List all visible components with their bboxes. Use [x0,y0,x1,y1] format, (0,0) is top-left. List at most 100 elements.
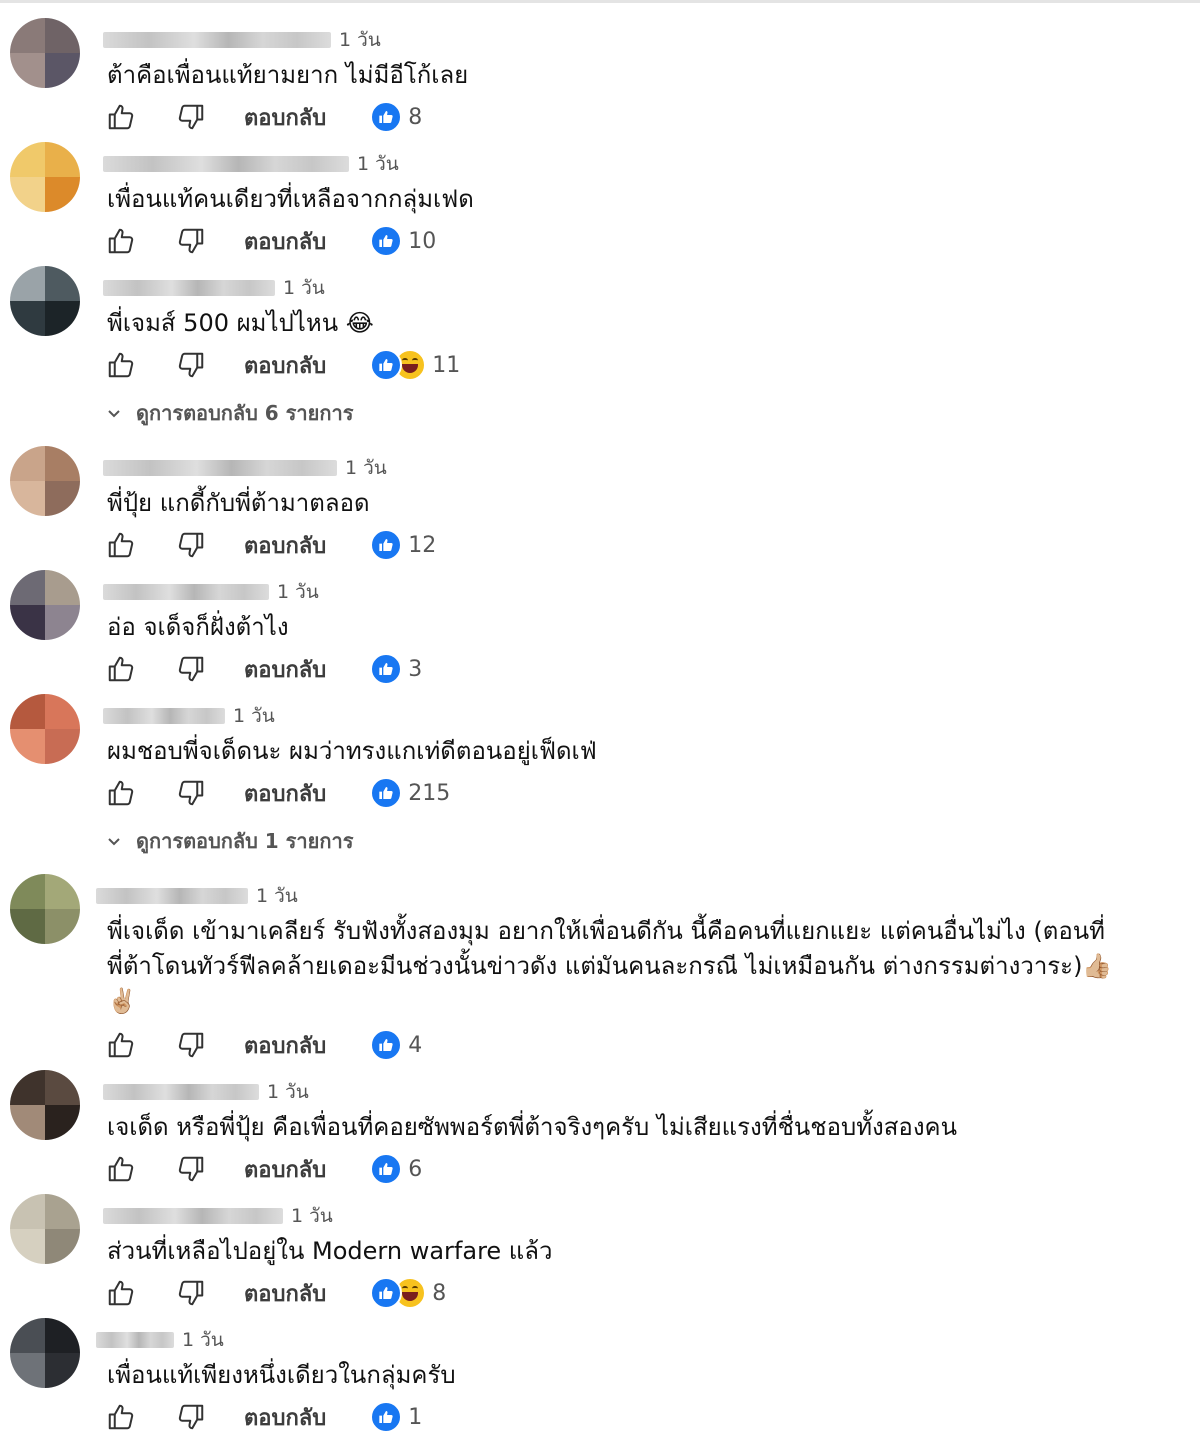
reaction-count: 215 [408,780,451,806]
avatar[interactable] [10,1070,80,1140]
reply-button[interactable]: ตอบกลับ [244,1152,326,1187]
thumbs-down-icon [178,1156,204,1182]
avatar[interactable] [10,874,80,944]
reaction-summary[interactable]: 4 [370,1029,422,1061]
avatar[interactable] [10,694,80,764]
dislike-button[interactable] [174,348,208,382]
comment-time: 1 วัน [291,1205,333,1227]
comment-meta: 1 วัน [103,1205,333,1227]
author-name-redacted[interactable] [103,584,269,600]
dislike-button[interactable] [174,1400,208,1434]
reaction-summary[interactable]: 8 [370,101,422,133]
comment-meta: 1 วัน [96,1329,224,1351]
like-reaction-icon [370,101,403,133]
comment-actions: ตอบกลับ 1 [104,1400,422,1434]
reaction-count: 6 [408,1156,423,1182]
author-name-redacted[interactable] [103,280,275,296]
like-button[interactable] [104,776,138,810]
comment-actions: ตอบกลับ 11 [104,348,460,382]
thumbs-up-icon [108,1156,134,1182]
reply-button[interactable]: ตอบกลับ [244,224,326,259]
thumbs-up-icon [108,532,134,558]
reaction-count: 12 [408,532,437,558]
reply-button[interactable]: ตอบกลับ [244,776,326,811]
comment-actions: ตอบกลับ 215 [104,776,450,810]
author-name-redacted[interactable] [103,156,349,172]
reaction-summary[interactable]: 12 [370,529,436,561]
reply-button[interactable]: ตอบกลับ [244,1028,326,1063]
author-name-redacted[interactable] [103,708,225,724]
like-reaction-icon [370,1153,403,1185]
thumbs-down-icon [178,352,204,378]
avatar[interactable] [10,142,80,212]
dislike-button[interactable] [174,528,208,562]
avatar[interactable] [10,1194,80,1264]
comment-time: 1 วัน [267,1081,309,1103]
dislike-button[interactable] [174,1276,208,1310]
reaction-summary[interactable]: 10 [370,225,436,257]
reaction-summary[interactable]: 6 [370,1153,422,1185]
comment-meta: 1 วัน [103,1081,309,1103]
like-reaction-icon [370,529,403,561]
like-button[interactable] [104,348,138,382]
reply-button[interactable]: ตอบกลับ [244,100,326,135]
reaction-summary[interactable]: 11 [370,349,460,381]
dislike-button[interactable] [174,1028,208,1062]
avatar[interactable] [10,266,80,336]
reply-button[interactable]: ตอบกลับ [244,528,326,563]
dislike-button[interactable] [174,652,208,686]
comment-text: ต้าคือเพื่อนแท้ยามยาก ไม่มีอีโก้เลย [107,61,469,89]
like-button[interactable] [104,652,138,686]
avatar[interactable] [10,1318,80,1388]
dislike-button[interactable] [174,224,208,258]
thumbs-up-icon [108,228,134,254]
avatar[interactable] [10,446,80,516]
comment-text: เจเด็ด หรือพี่ปุ้ย คือเพื่อนที่คอยซัพพอร… [107,1113,957,1141]
like-button[interactable] [104,1028,138,1062]
comment-text: ส่วนที่เหลือไปอยู่ใน Modern warfare แล้ว [107,1237,553,1265]
avatar[interactable] [10,570,80,640]
reaction-summary[interactable]: 215 [370,777,450,809]
reaction-count: 10 [408,228,437,254]
like-button[interactable] [104,224,138,258]
top-divider [0,0,1200,3]
author-name-redacted[interactable] [103,460,337,476]
comment-text: พี่เจมส์ 500 ผมไปไหน 😂 [107,309,374,337]
reaction-summary[interactable]: 3 [370,653,422,685]
reply-button[interactable]: ตอบกลับ [244,652,326,687]
dislike-button[interactable] [174,100,208,134]
like-button[interactable] [104,1152,138,1186]
author-name-redacted[interactable] [103,1208,283,1224]
like-button[interactable] [104,100,138,134]
like-reaction-icon [370,1401,403,1433]
comment-text: ผมชอบพี่จเด็ดนะ ผมว่าทรงแกเท่ดีตอนอยู่เฟ… [107,737,597,765]
reply-button[interactable]: ตอบกลับ [244,348,326,383]
view-replies-button[interactable]: ดูการตอบกลับ 6 รายการ [106,398,353,428]
dislike-button[interactable] [174,1152,208,1186]
author-name-redacted[interactable] [96,888,248,904]
view-replies-button[interactable]: ดูการตอบกลับ 1 รายการ [106,826,353,856]
reaction-count: 1 [408,1404,423,1430]
comment-text: อ่อ จเด็จก็ฝั่งต้าไง [107,613,289,641]
comment-time: 1 วัน [357,153,399,175]
like-button[interactable] [104,1276,138,1310]
author-name-redacted[interactable] [96,1332,174,1348]
comment-text: เพื่อนแท้เพียงหนึ่งเดียวในกลุ่มครับ [107,1361,456,1389]
comment-text: พี่เจเด็ด เข้ามาเคลียร์ รับฟังทั้งสองมุม… [107,917,1113,1015]
reply-button[interactable]: ตอบกลับ [244,1400,326,1435]
reaction-summary[interactable]: 8 [370,1277,446,1309]
author-name-redacted[interactable] [103,32,331,48]
comment-text: พี่ปุ้ย แกดี้กับพี่ต้ามาตลอด [107,489,370,517]
avatar[interactable] [10,18,80,88]
comment-meta: 1 วัน [103,29,381,51]
thumbs-up-icon [108,1280,134,1306]
like-reaction-icon [370,1277,403,1309]
comment-actions: ตอบกลับ 8 [104,100,422,134]
like-button[interactable] [104,528,138,562]
like-button[interactable] [104,1400,138,1434]
reaction-summary[interactable]: 1 [370,1401,422,1433]
author-name-redacted[interactable] [103,1084,259,1100]
comment-time: 1 วัน [233,705,275,727]
reply-button[interactable]: ตอบกลับ [244,1276,326,1311]
dislike-button[interactable] [174,776,208,810]
